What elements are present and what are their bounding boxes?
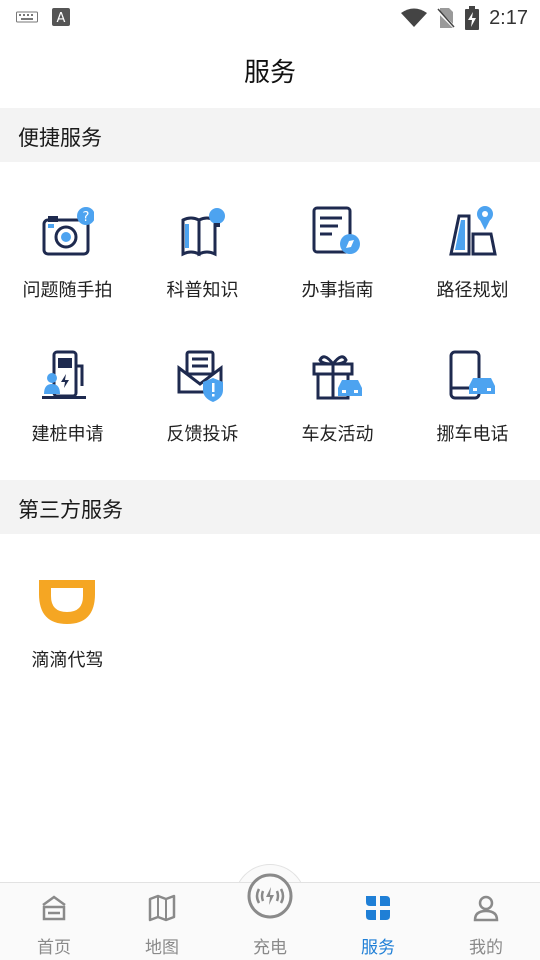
services-icon: [366, 896, 390, 920]
service-item-feedback[interactable]: 反馈投诉: [135, 350, 270, 480]
tab-profile[interactable]: 我的: [432, 883, 540, 960]
phone-car-icon: [449, 350, 495, 400]
tab-services[interactable]: 服务: [324, 883, 432, 960]
charging-pile-icon: [42, 350, 86, 399]
service-item-label: 办事指南: [301, 280, 374, 301]
book-lightbulb-icon: [181, 208, 225, 257]
service-item-label: 滴滴代驾: [31, 650, 104, 671]
tab-label: 服务: [361, 938, 395, 958]
section-title: 便捷服务: [18, 126, 102, 150]
battery-charging-icon: [465, 6, 480, 30]
page-title: 服务: [243, 58, 296, 88]
map-icon: [148, 894, 176, 922]
service-item-didi-driver[interactable]: 滴滴代驾: [0, 576, 135, 706]
service-item-guide[interactable]: 办事指南: [270, 206, 405, 336]
tab-label: 首页: [37, 938, 71, 958]
svg-text:A: A: [57, 11, 66, 26]
gift-car-icon: [312, 355, 362, 400]
profile-icon: [473, 895, 499, 922]
service-item-label: 问题随手拍: [22, 280, 113, 301]
service-item-label: 科普知识: [166, 280, 239, 301]
service-item-photo-report[interactable]: ? 问题随手拍: [0, 206, 135, 336]
no-sim-icon: [437, 8, 456, 29]
service-item-label: 反馈投诉: [166, 424, 239, 445]
status-time: 2:17: [489, 6, 528, 29]
tab-label: 充电: [253, 938, 287, 958]
tab-label: 我的: [469, 938, 503, 958]
tab-map[interactable]: 地图: [108, 883, 216, 960]
section-header-third-party: 第三方服务: [0, 480, 540, 534]
wifi-icon: [401, 8, 428, 27]
service-item-move-car-phone[interactable]: 挪车电话: [405, 350, 540, 480]
service-item-label: 路径规划: [436, 280, 509, 301]
section-header-convenience: 便捷服务: [0, 108, 540, 162]
service-item-car-events[interactable]: 车友活动: [270, 350, 405, 480]
charging-icon[interactable]: [246, 872, 294, 920]
service-item-pile-application[interactable]: 建桩申请: [0, 350, 135, 480]
svg-text:?: ?: [83, 210, 90, 225]
document-compass-icon: [312, 206, 360, 254]
section-title: 第三方服务: [18, 498, 123, 522]
status-bar: A 2:17: [0, 0, 540, 36]
camera-question-icon: ?: [42, 207, 94, 256]
keyboard-icon: [16, 11, 38, 23]
service-item-knowledge[interactable]: 科普知识: [135, 206, 270, 336]
service-item-label: 车友活动: [301, 424, 374, 445]
service-item-route[interactable]: 路径规划: [405, 206, 540, 336]
text-a-icon: A: [52, 8, 70, 26]
home-icon: [42, 895, 66, 921]
service-item-label: 建桩申请: [31, 424, 104, 445]
tab-label: 地图: [145, 938, 179, 958]
map-pin-icon: [449, 206, 497, 256]
didi-logo-icon: [39, 580, 95, 624]
tab-home[interactable]: 首页: [0, 883, 108, 960]
envelope-shield-icon: [177, 350, 223, 402]
service-item-label: 挪车电话: [436, 424, 509, 445]
